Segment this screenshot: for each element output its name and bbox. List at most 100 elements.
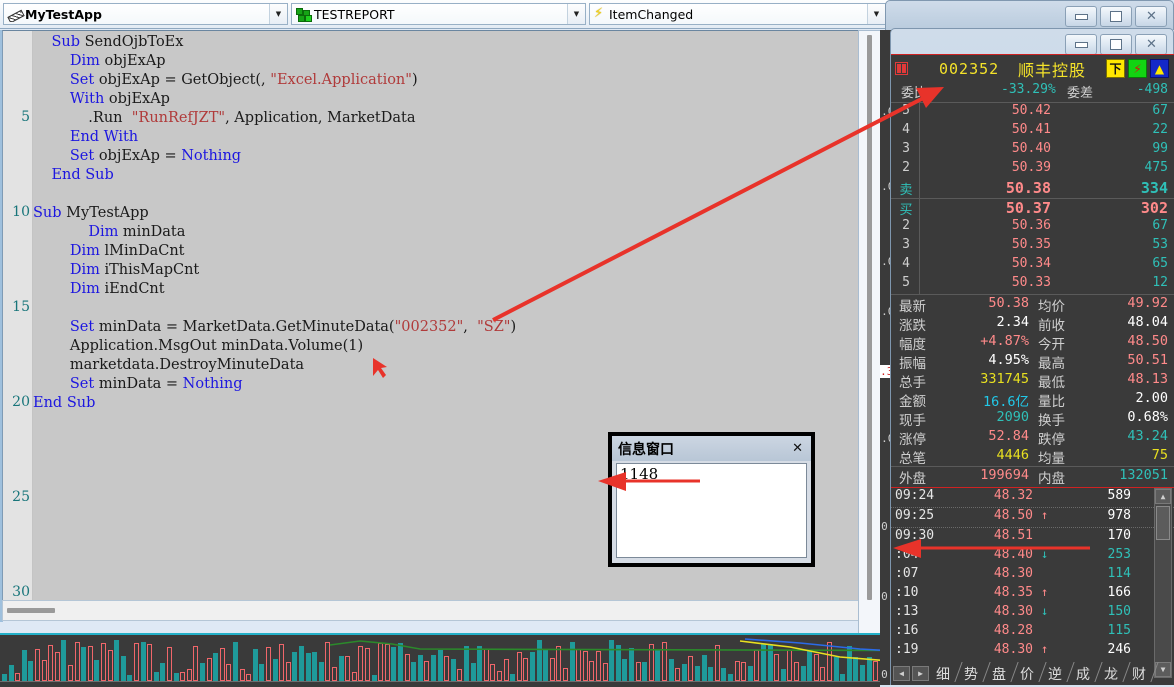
message-dialog-title: 信息窗口 (618, 441, 674, 458)
stat-value-left: 52.84 (988, 428, 1029, 444)
badge-down-icon[interactable]: 下 (1106, 59, 1125, 78)
line-number: 20 (12, 394, 30, 410)
tab-next-button[interactable]: ▶ (912, 666, 929, 681)
stat-row: 涨跌 2.34 前收 48.04 (891, 314, 1174, 334)
module-combobox[interactable]: TESTREPORT ▼ (291, 3, 586, 25)
tick-row[interactable]: 09:24 48.32 589 (891, 488, 1174, 508)
stat-value-left: +4.87% (980, 333, 1029, 349)
tick-time: 09:25 (895, 508, 935, 523)
stat-row: 涨停 52.84 跌停 43.24 (891, 428, 1174, 448)
tick-row[interactable]: :07 48.30 114 (891, 566, 1174, 585)
pencil-icon (8, 8, 21, 21)
tick-row[interactable]: :04 48.40 ↓ 253 (891, 547, 1174, 566)
weicha-value: -498 (1136, 82, 1168, 97)
tick-list-scrollbar[interactable]: ▲ ▼ (1154, 488, 1172, 678)
tick-qty: 246 (1107, 642, 1131, 657)
background-window-controls[interactable]: ✕ (1065, 6, 1167, 27)
stat-value-right: 0.68% (1127, 409, 1168, 425)
order-price: 50.40 (1011, 141, 1051, 156)
close-icon[interactable]: ✕ (790, 441, 805, 456)
minimize-button[interactable] (1065, 6, 1097, 27)
tick-qty: 115 (1107, 623, 1131, 638)
tick-row[interactable]: 09:30 48.51 170 (891, 528, 1174, 547)
tick-row[interactable]: 09:25 48.50 ↑ 978 (891, 508, 1174, 528)
stat-label-left: 振幅 (899, 356, 926, 372)
scroll-up-icon[interactable]: ▲ (1155, 489, 1171, 504)
stat-value-right: 48.13 (1127, 371, 1168, 387)
order-price: 50.41 (1011, 122, 1051, 137)
close-button[interactable]: ✕ (1135, 34, 1167, 55)
hscroll-thumb[interactable] (7, 608, 55, 613)
minimize-button[interactable] (1065, 34, 1097, 55)
chevron-down-icon[interactable]: ▼ (269, 4, 287, 24)
outer-inner-row: 外盘 199694 内盘 132051 (891, 466, 1174, 487)
weibi-label: 委比 (901, 86, 928, 101)
stat-row: 总笔 4446 均量 75 (891, 447, 1174, 467)
order-qty: 334 (1140, 179, 1168, 197)
quote-tab-3[interactable]: 价 (1013, 664, 1041, 684)
quote-tab-0[interactable]: 细 (929, 664, 957, 684)
quote-tab-1[interactable]: 势 (957, 664, 985, 684)
event-combobox[interactable]: ⚡ ItemChanged ▼ (589, 3, 886, 25)
quote-tab-5[interactable]: 成 (1069, 664, 1097, 684)
quote-tab-4[interactable]: 逆 (1041, 664, 1069, 684)
outer-value: 199694 (980, 467, 1029, 483)
tick-down-arrow-icon: ↓ (1041, 604, 1049, 618)
tick-row[interactable]: :19 48.30 ↑ 246 (891, 642, 1174, 661)
badge-up-icon[interactable]: ▲ (1150, 59, 1169, 78)
outer-label: 外盘 (899, 471, 926, 487)
tick-list[interactable]: 09:24 48.32 589 09:25 48.50 ↑ 978 09:30 48.51 170… (891, 487, 1174, 678)
code-line: .Run "RunRefJZT", Application, MarketDat… (33, 110, 416, 126)
stat-row: 最新 50.38 均价 49.92 (891, 295, 1174, 315)
message-dialog-titlebar[interactable]: 信息窗口 ✕ (612, 436, 811, 461)
order-book-row: 2 50.36 67 (902, 218, 1174, 237)
stat-label-right: 均价 (1038, 299, 1065, 315)
chevron-down-icon[interactable]: ▼ (567, 4, 585, 24)
line-number: 30 (12, 584, 30, 600)
tick-row[interactable]: :16 48.28 115 (891, 623, 1174, 642)
badge-flash-icon[interactable]: ⚡ (1128, 59, 1147, 78)
tick-row[interactable]: :13 48.30 ↓ 150 (891, 604, 1174, 623)
stat-value-right: 48.50 (1127, 333, 1168, 349)
vscroll-thumb[interactable] (867, 35, 872, 600)
editor-horizontal-scrollbar[interactable] (2, 600, 872, 621)
stat-row: 金额 16.6亿 量比 2.00 (891, 390, 1174, 410)
quote-tab-6[interactable]: 龙 (1097, 664, 1125, 684)
stat-value-right: 2.00 (1135, 390, 1168, 406)
order-book-row: 3 50.40 99 (902, 141, 1174, 160)
tick-scroll-thumb[interactable] (1156, 506, 1170, 540)
stat-label-left: 总手 (899, 375, 926, 391)
tick-time: :07 (895, 566, 919, 581)
stock-quote-window: ✕ ✕ 002352 顺丰控股 下 ⚡ ▲ 委比 -33.29% 委差 -498… (885, 0, 1174, 685)
tick-row[interactable]: :10 48.35 ↑ 166 (891, 585, 1174, 604)
order-price: 50.33 (1011, 275, 1051, 290)
maximize-button[interactable] (1100, 6, 1132, 27)
quote-tab-7[interactable]: 财 (1125, 664, 1153, 684)
quote-badges[interactable]: 下 ⚡ ▲ (1106, 59, 1169, 78)
close-button[interactable]: ✕ (1135, 6, 1167, 27)
order-book-row: 卖 50.38 334 (899, 179, 1174, 198)
tab-prev-button[interactable]: ◀ (893, 666, 910, 681)
module-combobox-value: TESTREPORT (314, 6, 395, 22)
quote-tab-strip[interactable]: ◀ ▶ 细势盘价逆成龙财 (891, 662, 1174, 685)
order-book-row: 4 50.34 65 (902, 256, 1174, 275)
tick-time: 09:30 (895, 528, 935, 543)
volume-chart-strip (0, 633, 880, 687)
quote-tab-2[interactable]: 盘 (985, 664, 1013, 684)
tick-qty: 166 (1107, 585, 1131, 600)
stat-label-right: 换手 (1038, 413, 1065, 429)
code-line: Dim iThisMapCnt (69, 262, 200, 278)
code-line: Dim minData (88, 224, 186, 240)
procedure-combobox[interactable]: MyTestApp ▼ (3, 3, 288, 25)
foreground-window-controls[interactable]: ✕ (1065, 34, 1167, 55)
order-level: 2 (902, 160, 910, 175)
code-line: Dim objExAp (69, 53, 166, 69)
tick-up-arrow-icon: ↑ (1041, 642, 1049, 656)
order-qty: 302 (1140, 199, 1168, 217)
code-line: End With (69, 129, 139, 145)
message-dialog[interactable]: 信息窗口 ✕ 1148 (608, 432, 815, 567)
stat-value-left: 16.6亿 (982, 394, 1029, 410)
maximize-button[interactable] (1100, 34, 1132, 55)
chevron-down-icon[interactable]: ▼ (867, 4, 885, 24)
order-price: 50.39 (1011, 160, 1051, 175)
